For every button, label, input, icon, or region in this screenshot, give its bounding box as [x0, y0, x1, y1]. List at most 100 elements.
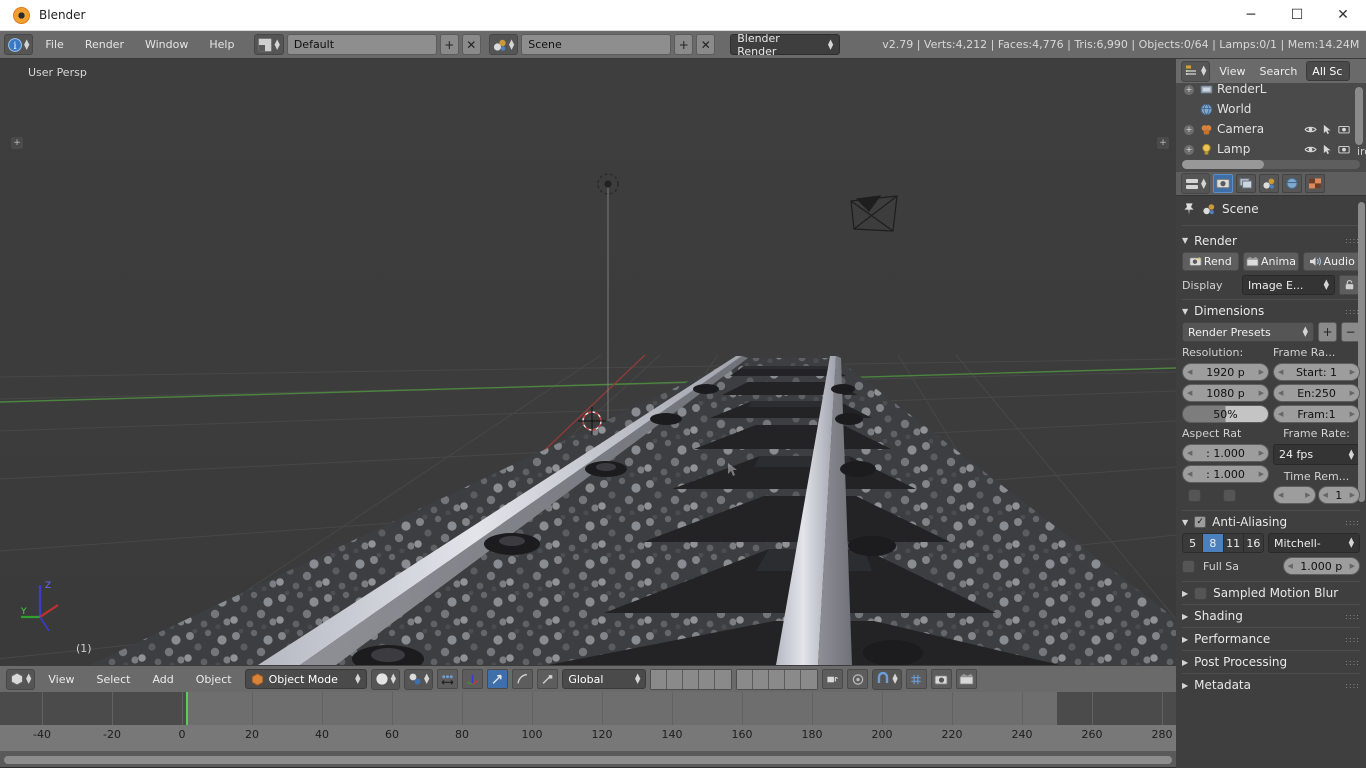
- antialiasing-samples-group[interactable]: 5 8 11 16: [1182, 533, 1264, 553]
- aa-sample-16[interactable]: 16: [1244, 534, 1263, 552]
- delete-scene-button[interactable]: ✕: [696, 34, 716, 55]
- time-remap-new-field[interactable]: ◀ 1 ▶: [1317, 486, 1360, 504]
- properties-tab-render[interactable]: [1213, 174, 1234, 193]
- translate-manipulator-button[interactable]: [462, 669, 484, 689]
- chevron-left-icon[interactable]: ◀: [1278, 410, 1283, 418]
- aa-sample-8[interactable]: 8: [1203, 534, 1224, 552]
- panel-header-render[interactable]: ▼ Render ::::: [1182, 229, 1360, 252]
- timeline-track[interactable]: [0, 692, 1176, 725]
- chevron-right-icon[interactable]: ▶: [1259, 368, 1264, 376]
- outliner-display-mode-selector[interactable]: All Sc: [1306, 61, 1351, 81]
- chevron-left-icon[interactable]: ◀: [1278, 368, 1283, 376]
- antialiasing-filter-size-field[interactable]: ◀ 1.000 p ▶: [1282, 557, 1360, 575]
- outliner-search-menu[interactable]: Search: [1255, 65, 1303, 78]
- add-render-preset-button[interactable]: +: [1318, 322, 1337, 342]
- chevron-left-icon[interactable]: ◀: [1278, 389, 1283, 397]
- add-scene-button[interactable]: +: [674, 34, 694, 55]
- panel-header-antialiasing[interactable]: ▼ ✓ Anti-Aliasing ::::: [1182, 510, 1360, 533]
- transform-orientation-selector[interactable]: Global ▲ ▼: [562, 669, 647, 689]
- chevron-right-icon[interactable]: ▶: [1305, 491, 1310, 499]
- outliner-editor[interactable]: ▲ ▼ View Search All Sc + RenderL World +…: [1176, 59, 1366, 172]
- aa-sample-11[interactable]: 11: [1224, 534, 1244, 552]
- menu-help[interactable]: Help: [200, 35, 243, 55]
- outliner-row-renderlayers[interactable]: + RenderL: [1176, 83, 1366, 99]
- frame-end-field-props[interactable]: ◀ En:250 ▶: [1273, 384, 1360, 402]
- render-still-button[interactable]: Rend: [1182, 252, 1239, 271]
- panel-header-dimensions[interactable]: ▼ Dimensions ::::: [1182, 299, 1360, 322]
- menu-render[interactable]: Render: [76, 35, 133, 55]
- properties-content[interactable]: Scene ▼ Render :::: Rend Anima Audio Dis…: [1176, 196, 1366, 768]
- sampled-motion-blur-toggle[interactable]: [1194, 586, 1208, 600]
- properties-editor[interactable]: ▲ ▼ Scene ▼ Render:::: Rend Anima Audio…: [1176, 172, 1366, 768]
- editor-type-selector-outliner[interactable]: ▲ ▼: [1181, 60, 1211, 82]
- maximize-button[interactable]: ☐: [1274, 0, 1320, 30]
- properties-tab-world[interactable]: [1282, 174, 1303, 193]
- editor-type-selector-properties[interactable]: ▲ ▼: [1181, 173, 1211, 194]
- chevron-right-icon[interactable]: ▶: [1350, 389, 1355, 397]
- time-remap-old-field[interactable]: ◀ ▶: [1273, 486, 1316, 504]
- timeline-strip[interactable]: -40 -20 0 20 40 60 80 100 120 140 160 180 200 220 240 2…: [0, 692, 1176, 767]
- close-button[interactable]: ✕: [1320, 0, 1366, 30]
- interaction-mode-selector[interactable]: Object Mode ▲ ▼: [244, 669, 367, 689]
- select-menu[interactable]: Select: [88, 673, 140, 686]
- chevron-right-icon[interactable]: ▶: [1350, 491, 1355, 499]
- panel-header-performance[interactable]: ▶ Performance ::::: [1182, 627, 1360, 650]
- outliner-view-menu[interactable]: View: [1214, 65, 1250, 78]
- selectable-cursor-icon[interactable]: [1322, 144, 1333, 155]
- aa-sample-5[interactable]: 5: [1183, 534, 1204, 552]
- menu-file[interactable]: File: [36, 35, 72, 55]
- lock-interface-button[interactable]: [1339, 275, 1360, 295]
- chevron-left-icon[interactable]: ◀: [1323, 491, 1328, 499]
- rotate-manipulator-button[interactable]: [487, 669, 509, 689]
- expand-icon[interactable]: +: [1184, 85, 1194, 95]
- outliner-row-camera[interactable]: + Camera: [1176, 119, 1366, 139]
- scene-layers-bottom[interactable]: [736, 668, 819, 690]
- scene-browse-selector[interactable]: ▲ ▼: [488, 34, 519, 55]
- panel-header-post-processing[interactable]: ▶ Post Processing ::::: [1182, 650, 1360, 673]
- display-mode-selector[interactable]: Image E... ▲ ▼: [1242, 275, 1335, 295]
- toolshelf-expand-icon[interactable]: +: [11, 137, 23, 149]
- chevron-right-icon[interactable]: ▶: [1350, 368, 1355, 376]
- frame-start-field-props[interactable]: ◀ Start: 1 ▶: [1273, 363, 1360, 381]
- lock-camera-button[interactable]: [822, 669, 844, 689]
- scene-name[interactable]: Scene: [521, 34, 672, 55]
- chevron-right-icon[interactable]: ▶: [1259, 389, 1264, 397]
- outliner-row-lamp[interactable]: + Lamp: [1176, 139, 1366, 159]
- minimize-button[interactable]: ─: [1228, 0, 1274, 30]
- menu-window[interactable]: Window: [136, 35, 197, 55]
- chevron-right-icon[interactable]: ▶: [1259, 470, 1264, 478]
- panel-header-shading[interactable]: ▶ Shading ::::: [1182, 604, 1360, 627]
- frame-step-field[interactable]: ◀ Fram:1 ▶: [1273, 405, 1360, 423]
- aspect-y-field[interactable]: ◀ : 1.000 ▶: [1182, 465, 1269, 483]
- renderability-camera-icon[interactable]: [1338, 124, 1350, 135]
- add-screen-layout-button[interactable]: +: [439, 34, 459, 55]
- screen-layout-name[interactable]: Default: [286, 34, 437, 55]
- delete-screen-layout-button[interactable]: ✕: [461, 34, 481, 55]
- pivot-point-selector[interactable]: ▲ ▼: [403, 668, 434, 690]
- proportional-edit-button[interactable]: [847, 669, 869, 689]
- chevron-right-icon[interactable]: ▶: [1350, 410, 1355, 418]
- render-engine-selector[interactable]: Blender Render ▲ ▼: [730, 32, 841, 58]
- editor-type-selector[interactable]: i ▲ ▼: [4, 34, 34, 55]
- render-audio-button[interactable]: Audio: [1303, 252, 1361, 271]
- antialiasing-filter-selector[interactable]: Mitchell- ▲ ▼: [1268, 533, 1360, 553]
- chevron-right-icon[interactable]: ▶: [1350, 562, 1355, 570]
- screen-layout-selector[interactable]: ▲ ▼: [254, 34, 284, 55]
- chevron-left-icon[interactable]: ◀: [1187, 449, 1192, 457]
- snap-selector[interactable]: ▲ ▼: [872, 668, 902, 690]
- pin-icon[interactable]: [1182, 202, 1196, 216]
- timeline-horizontal-scrollbar[interactable]: [0, 753, 1176, 767]
- outliner-horizontal-scrollbar[interactable]: [1182, 160, 1360, 169]
- visibility-eye-icon[interactable]: [1304, 124, 1317, 135]
- panel-header-metadata[interactable]: ▶ Metadata ::::: [1182, 673, 1360, 696]
- frame-rate-selector[interactable]: 24 fps ▲ ▼: [1273, 444, 1360, 465]
- properties-tab-render-layers[interactable]: [1236, 174, 1257, 193]
- chevron-left-icon[interactable]: ◀: [1288, 562, 1293, 570]
- aspect-x-field[interactable]: ◀ : 1.000 ▶: [1182, 444, 1269, 462]
- chevron-left-icon[interactable]: ◀: [1187, 389, 1192, 397]
- render-animation-button[interactable]: Anima: [1242, 252, 1300, 271]
- chevron-left-icon[interactable]: ◀: [1187, 470, 1192, 478]
- snap-target-button[interactable]: [905, 669, 927, 689]
- outliner-row-world[interactable]: World: [1176, 99, 1366, 119]
- resolution-percentage-slider[interactable]: 50%: [1182, 405, 1269, 423]
